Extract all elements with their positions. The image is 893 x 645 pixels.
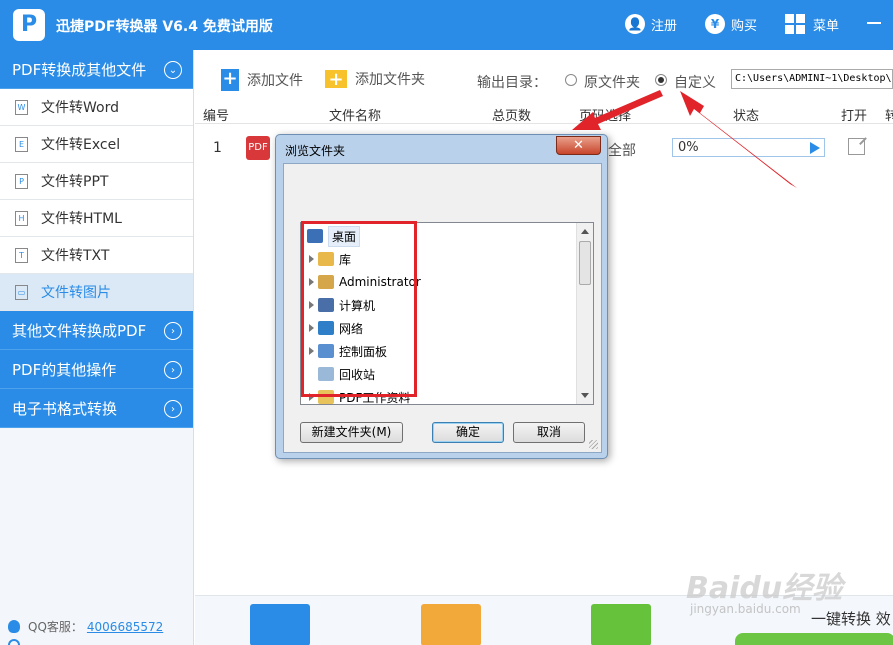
col-open: 打开 (841, 109, 868, 124)
minimize-button[interactable] (867, 22, 881, 24)
image-file-icon: ▭ (15, 284, 28, 300)
output-dir-label: 输出目录： (477, 75, 547, 91)
qq-icon (8, 620, 20, 633)
html-file-icon: H (15, 210, 28, 226)
online-status-icon (8, 639, 20, 645)
radio-original-label: 原文件夹 (584, 75, 640, 91)
app-title: 迅捷PDF转换器 V6.4 免费试用版 (56, 19, 273, 35)
add-folder-icon (325, 70, 347, 88)
add-file-icon (221, 69, 239, 91)
txt-file-icon: T (15, 247, 28, 263)
document-feature-icon[interactable] (250, 604, 310, 645)
col-num: 编号 (203, 109, 230, 124)
register-label: 注册 (651, 18, 678, 34)
add-folder-button[interactable]: 添加文件夹 (325, 69, 425, 89)
yen-icon: ¥ (705, 14, 725, 34)
category-ebook-convert[interactable]: 电子书格式转换 › (0, 389, 193, 428)
sidebar: PDF转换成其他文件 ⌄ W 文件转Word E 文件转Excel P 文件转P… (0, 50, 194, 645)
watermark-url: jingyan.baidu.com (690, 602, 801, 616)
add-file-button[interactable]: 添加文件 (221, 69, 303, 91)
radio-custom-label: 自定义 (674, 75, 716, 91)
chevron-right-icon: › (164, 400, 182, 418)
file-table-header: 编号 文件名称 总页数 页码选择 状态 打开 转 (195, 102, 893, 124)
pdf-file-icon: PDF (246, 136, 270, 160)
menu-button[interactable]: 菜单 (785, 13, 839, 35)
book-feature-icon[interactable] (421, 604, 481, 645)
radio-original-folder[interactable] (565, 74, 577, 86)
cancel-button[interactable]: 取消 (513, 422, 585, 443)
scroll-thumb[interactable] (579, 241, 591, 285)
ok-button[interactable]: 确定 (432, 422, 504, 443)
category-other-to-pdf[interactable]: 其他文件转换成PDF › (0, 311, 193, 350)
user-icon: 👤 (625, 14, 645, 34)
buy-label: 购买 (731, 18, 758, 34)
row-number: 1 (213, 140, 222, 156)
excel-file-icon: E (15, 136, 28, 152)
start-convert-button[interactable] (735, 633, 893, 645)
col-pages: 总页数 (492, 109, 532, 124)
register-button[interactable]: 👤 注册 (625, 13, 677, 35)
category-pdf-other-ops[interactable]: PDF的其他操作 › (0, 350, 193, 389)
sidebar-item-to-ppt[interactable]: P 文件转PPT (0, 163, 193, 200)
output-path-input[interactable]: C:\Users\ADMINI~1\Desktop\ (731, 69, 893, 89)
sidebar-item-to-word[interactable]: W 文件转Word (0, 89, 193, 126)
highlight-box (301, 221, 417, 397)
progress-percent: 0% (678, 140, 699, 155)
chevron-right-icon: › (164, 361, 182, 379)
qq-number-link[interactable]: 4006685572 (87, 620, 163, 634)
new-folder-button[interactable]: 新建文件夹(M) (300, 422, 403, 443)
toolbar: 添加文件 添加文件夹 输出目录： 原文件夹 自定义 C:\Users\ADMIN… (195, 62, 893, 98)
buy-button[interactable]: ¥ 购买 (705, 13, 757, 35)
col-name: 文件名称 (329, 109, 382, 124)
one-click-convert-text: 一键转换 效 (811, 610, 891, 628)
category-pdf-to-other[interactable]: PDF转换成其他文件 ⌄ (0, 50, 193, 89)
sidebar-item-to-excel[interactable]: E 文件转Excel (0, 126, 193, 163)
sidebar-item-to-image[interactable]: ▭ 文件转图片 (0, 274, 193, 311)
conversion-progress: 0% (672, 138, 825, 157)
sidebar-item-to-html[interactable]: H 文件转HTML (0, 200, 193, 237)
col-status: 状态 (733, 109, 760, 124)
watermark-logo: Baidu经验 (686, 571, 843, 606)
ppt-file-icon: P (15, 173, 28, 189)
dialog-close-button[interactable]: ✕ (556, 136, 601, 155)
dialog-title: 浏览文件夹 (285, 144, 346, 158)
title-bar: P 迅捷PDF转换器 V6.4 免费试用版 👤 注册 ¥ 购买 菜单 (0, 0, 893, 50)
grid-menu-icon (785, 14, 805, 34)
scroll-up-icon[interactable] (581, 229, 589, 234)
col-last: 转 (885, 109, 893, 124)
word-file-icon: W (15, 99, 28, 115)
open-external-icon[interactable] (848, 138, 865, 155)
chevron-right-icon: › (164, 322, 182, 340)
col-page-select: 页码选择 (579, 109, 632, 124)
tree-scrollbar[interactable] (576, 223, 593, 404)
sidebar-item-to-txt[interactable]: T 文件转TXT (0, 237, 193, 274)
app-logo-icon: P (13, 9, 45, 41)
resize-grip-icon[interactable] (589, 440, 598, 449)
scroll-down-icon[interactable] (581, 393, 589, 398)
broom-clear-icon[interactable] (591, 604, 651, 645)
qq-support: QQ客服： 4006685572 (8, 618, 163, 635)
chevron-down-icon: ⌄ (164, 61, 182, 79)
menu-label: 菜单 (813, 18, 840, 34)
play-icon[interactable] (810, 142, 820, 154)
page-select-value[interactable]: 全部 (608, 140, 636, 160)
radio-custom-folder[interactable] (655, 74, 667, 86)
